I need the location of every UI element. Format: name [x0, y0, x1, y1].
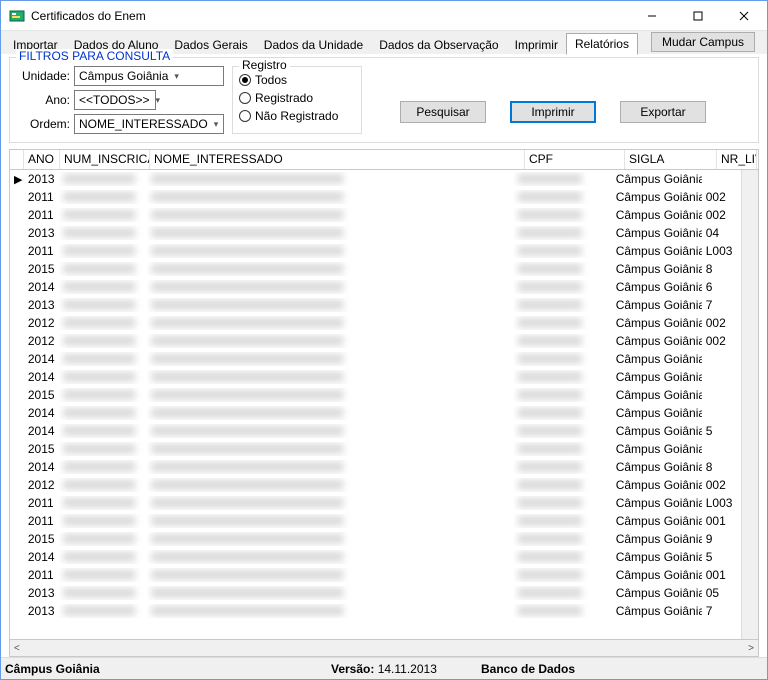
table-row[interactable]: 2012XXXXXXXXXXXXXXXXXXXXXXXXXXXXXXXXXXXX… [10, 332, 741, 350]
filters-fieldset: FILTROS PARA CONSULTA Unidade: Câmpus Go… [9, 57, 759, 143]
table-row[interactable]: 2011XXXXXXXXXXXXXXXXXXXXXXXXXXXXXXXXXXXX… [10, 242, 741, 260]
app-icon [9, 8, 25, 24]
tab-dados-da-observação[interactable]: Dados da Observação [371, 35, 506, 55]
data-grid: ANO NUM_INSCRICAO NOME_INTERESSADO CPF S… [9, 149, 759, 640]
table-row[interactable]: 2013XXXXXXXXXXXXXXXXXXXXXXXXXXXXXXXXXXXX… [10, 602, 741, 620]
table-row[interactable]: 2015XXXXXXXXXXXXXXXXXXXXXXXXXXXXXXXXXXXX… [10, 260, 741, 278]
ano-label: Ano: [18, 93, 70, 107]
imprimir-button[interactable]: Imprimir [510, 101, 596, 123]
table-row[interactable]: 2011XXXXXXXXXXXXXXXXXXXXXXXXXXXXXXXXXXXX… [10, 566, 741, 584]
table-row[interactable]: 2014XXXXXXXXXXXXXXXXXXXXXXXXXXXXXXXXXXXX… [10, 422, 741, 440]
pesquisar-button[interactable]: Pesquisar [400, 101, 486, 123]
table-row[interactable]: 2014XXXXXXXXXXXXXXXXXXXXXXXXXXXXXXXXXXXX… [10, 350, 741, 368]
col-cpf[interactable]: CPF [525, 150, 625, 169]
exportar-button[interactable]: Exportar [620, 101, 706, 123]
registro-option[interactable]: Não Registrado [239, 107, 355, 125]
chevron-down-icon: ▾ [214, 119, 219, 130]
vertical-scrollbar[interactable] [741, 170, 758, 639]
table-row[interactable]: 2011XXXXXXXXXXXXXXXXXXXXXXXXXXXXXXXXXXXX… [10, 188, 741, 206]
radio-icon [239, 92, 251, 104]
table-row[interactable]: 2015XXXXXXXXXXXXXXXXXXXXXXXXXXXXXXXXXXXX… [10, 386, 741, 404]
unidade-label: Unidade: [18, 69, 70, 83]
status-campus: Câmpus Goiânia [1, 662, 331, 676]
grid-body[interactable]: ▶2013XXXXXXXXXXXXXXXXXXXXXXXXXXXXXXXXXXX… [10, 170, 741, 639]
minimize-button[interactable] [629, 1, 675, 30]
grid-header: ANO NUM_INSCRICAO NOME_INTERESSADO CPF S… [10, 150, 758, 170]
tab-dados-gerais[interactable]: Dados Gerais [166, 35, 255, 55]
chevron-down-icon: ▾ [155, 95, 160, 106]
filters-legend: FILTROS PARA CONSULTA [16, 49, 173, 63]
col-ano[interactable]: ANO [24, 150, 60, 169]
table-row[interactable]: 2013XXXXXXXXXXXXXXXXXXXXXXXXXXXXXXXXXXXX… [10, 296, 741, 314]
table-row[interactable]: 2014XXXXXXXXXXXXXXXXXXXXXXXXXXXXXXXXXXXX… [10, 458, 741, 476]
table-row[interactable]: 2013XXXXXXXXXXXXXXXXXXXXXXXXXXXXXXXXXXXX… [10, 584, 741, 602]
ordem-label: Ordem: [18, 117, 70, 131]
table-row[interactable]: 2011XXXXXXXXXXXXXXXXXXXXXXXXXXXXXXXXXXXX… [10, 206, 741, 224]
unidade-combo[interactable]: Câmpus Goiânia▾ [74, 66, 224, 86]
status-db: Banco de Dados [461, 662, 575, 676]
horizontal-scrollbar[interactable]: <> [9, 640, 759, 657]
col-nr[interactable]: NR_LIV [717, 150, 757, 169]
col-nome[interactable]: NOME_INTERESSADO [150, 150, 525, 169]
app-window: Certificados do Enem ImportarDados do Al… [0, 0, 768, 680]
tab-dados-da-unidade[interactable]: Dados da Unidade [256, 35, 371, 55]
maximize-button[interactable] [675, 1, 721, 30]
radio-icon [239, 74, 251, 86]
table-row[interactable]: 2012XXXXXXXXXXXXXXXXXXXXXXXXXXXXXXXXXXXX… [10, 314, 741, 332]
table-row[interactable]: 2014XXXXXXXXXXXXXXXXXXXXXXXXXXXXXXXXXXXX… [10, 278, 741, 296]
table-row[interactable]: ▶2013XXXXXXXXXXXXXXXXXXXXXXXXXXXXXXXXXXX… [10, 170, 741, 188]
window-title: Certificados do Enem [31, 9, 629, 23]
table-row[interactable]: 2012XXXXXXXXXXXXXXXXXXXXXXXXXXXXXXXXXXXX… [10, 476, 741, 494]
registro-legend: Registro [239, 58, 290, 72]
status-bar: Câmpus Goiânia Versão: 14.11.2013 Banco … [1, 657, 767, 679]
title-bar: Certificados do Enem [1, 1, 767, 31]
table-row[interactable]: 2011XXXXXXXXXXXXXXXXXXXXXXXXXXXXXXXXXXXX… [10, 494, 741, 512]
registro-group: Registro TodosRegistradoNão Registrado [232, 66, 362, 134]
registro-option[interactable]: Todos [239, 71, 355, 89]
tab-imprimir[interactable]: Imprimir [507, 35, 566, 55]
registro-option[interactable]: Registrado [239, 89, 355, 107]
table-row[interactable]: 2015XXXXXXXXXXXXXXXXXXXXXXXXXXXXXXXXXXXX… [10, 440, 741, 458]
tab-relatórios[interactable]: Relatórios [566, 33, 638, 55]
table-row[interactable]: 2014XXXXXXXXXXXXXXXXXXXXXXXXXXXXXXXXXXXX… [10, 368, 741, 386]
table-row[interactable]: 2013XXXXXXXXXXXXXXXXXXXXXXXXXXXXXXXXXXXX… [10, 224, 741, 242]
table-row[interactable]: 2011XXXXXXXXXXXXXXXXXXXXXXXXXXXXXXXXXXXX… [10, 512, 741, 530]
chevron-down-icon: ▾ [174, 71, 179, 82]
col-num[interactable]: NUM_INSCRICAO [60, 150, 150, 169]
close-button[interactable] [721, 1, 767, 30]
radio-icon [239, 110, 251, 122]
change-campus-button[interactable]: Mudar Campus [651, 32, 755, 52]
col-sigla[interactable]: SIGLA [625, 150, 717, 169]
ano-combo[interactable]: <<TODOS>>▾ [74, 90, 156, 110]
table-row[interactable]: 2015XXXXXXXXXXXXXXXXXXXXXXXXXXXXXXXXXXXX… [10, 530, 741, 548]
table-row[interactable]: 2014XXXXXXXXXXXXXXXXXXXXXXXXXXXXXXXXXXXX… [10, 548, 741, 566]
ordem-combo[interactable]: NOME_INTERESSADO▾ [74, 114, 224, 134]
status-versao: Versão: 14.11.2013 [331, 662, 461, 676]
table-row[interactable]: 2014XXXXXXXXXXXXXXXXXXXXXXXXXXXXXXXXXXXX… [10, 404, 741, 422]
window-controls [629, 1, 767, 30]
